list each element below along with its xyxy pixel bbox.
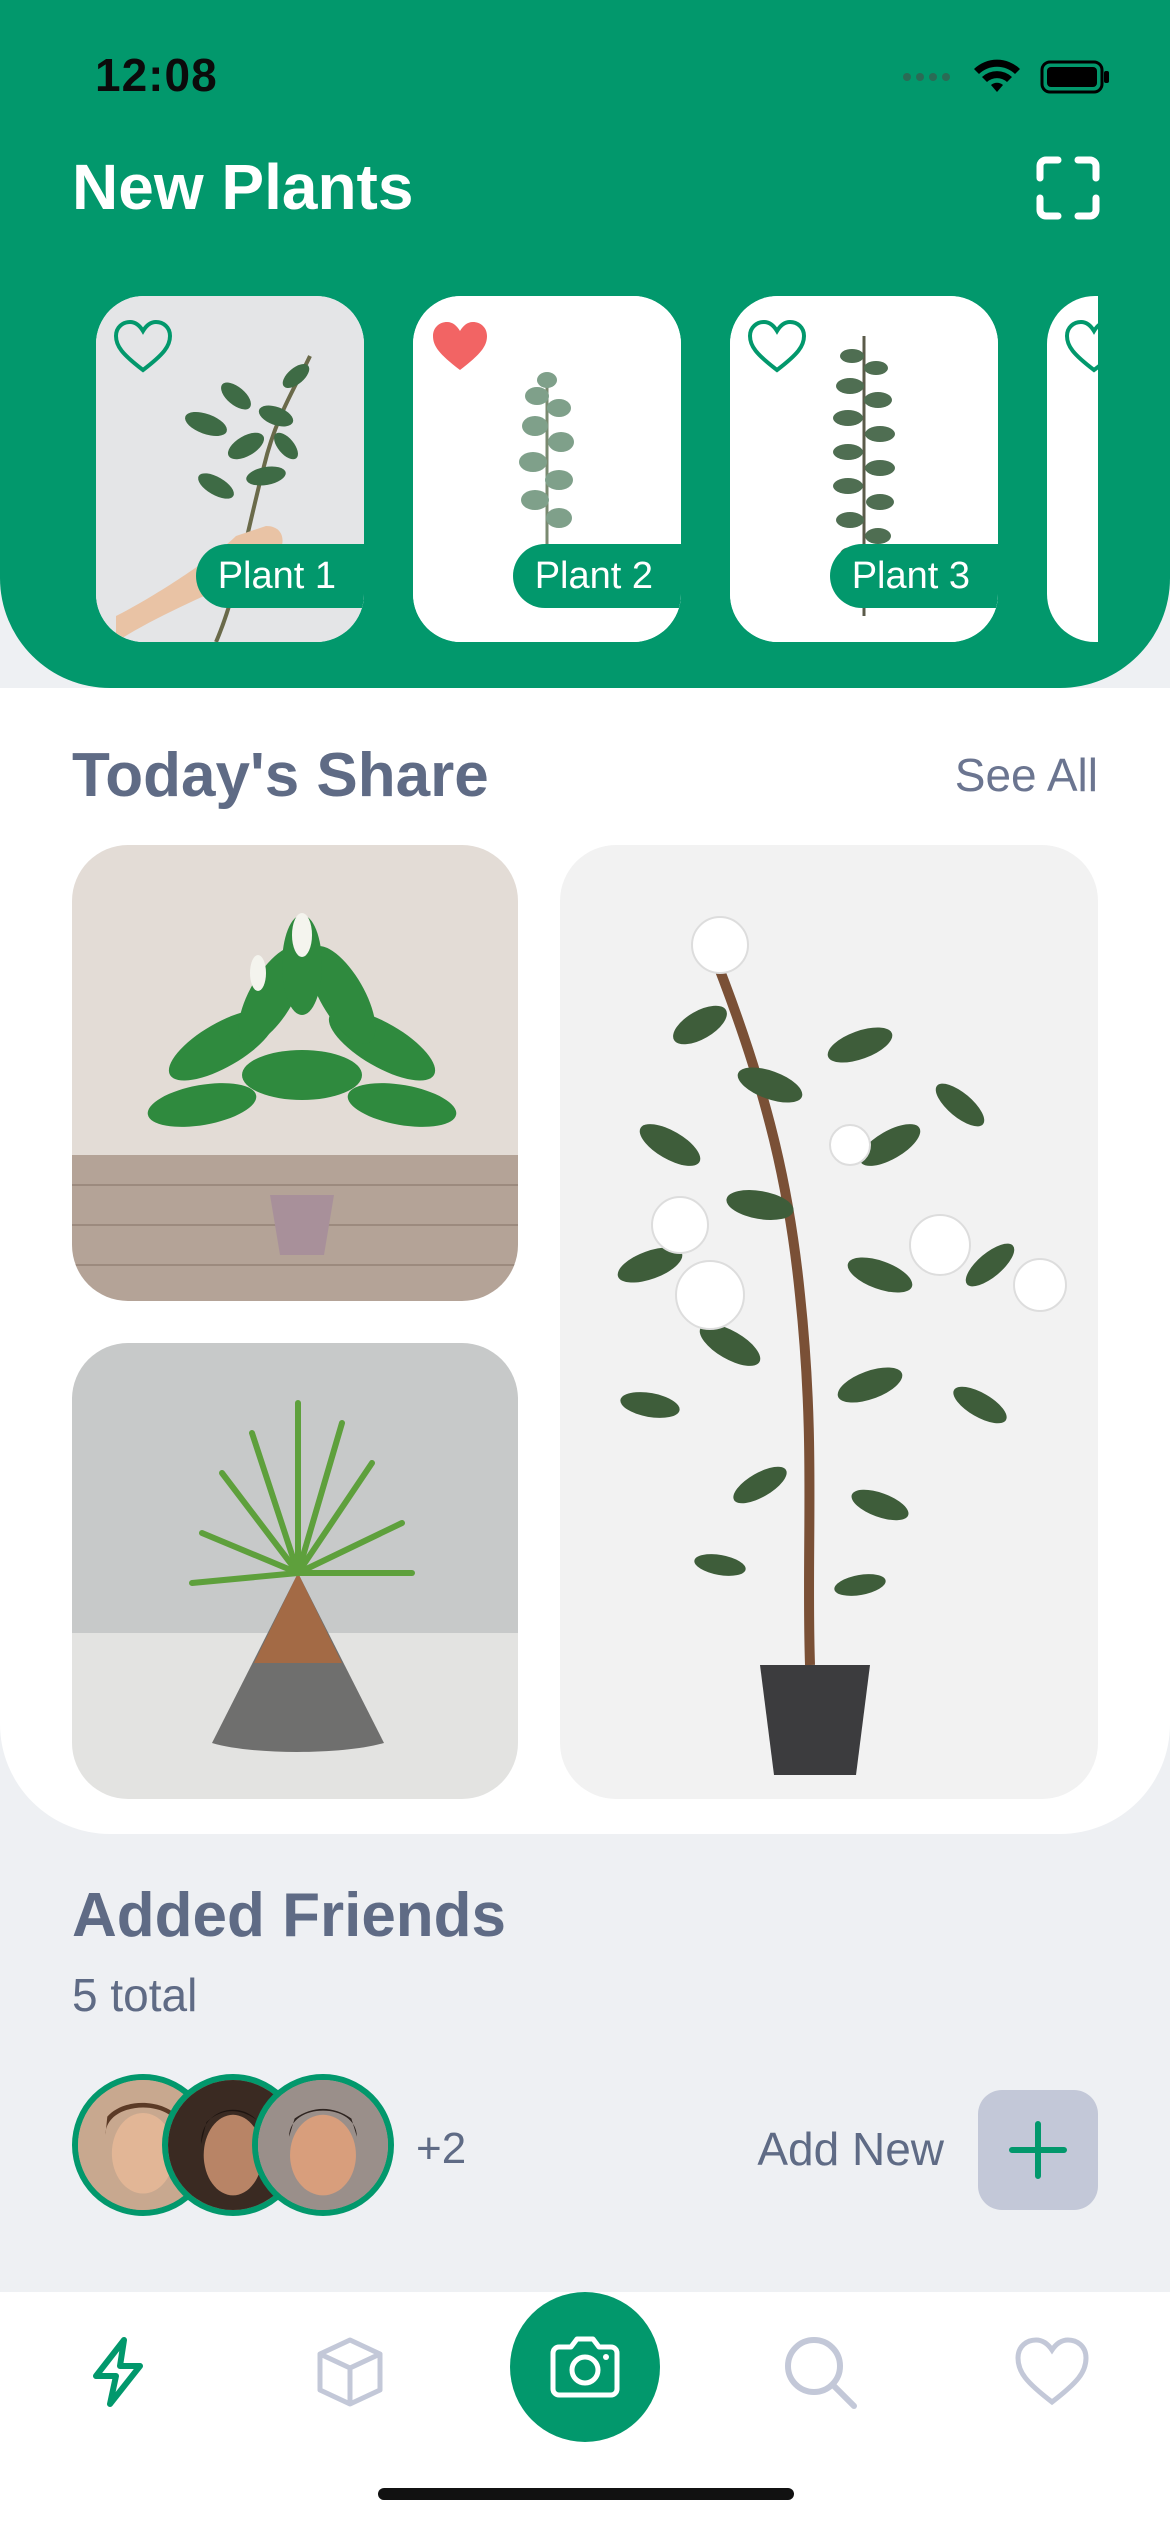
favorite-heart-outline-icon[interactable] [746, 318, 808, 374]
tab-activity[interactable] [78, 2332, 158, 2412]
wifi-icon [974, 59, 1020, 92]
search-icon [785, 2337, 857, 2409]
plant-name-label: Plant 2 [512, 544, 681, 608]
cellular-signal-icon [903, 73, 950, 81]
box-icon [317, 2337, 383, 2407]
more-friends-count: +2 [416, 2124, 467, 2173]
shared-plant-card[interactable] [72, 1343, 518, 1799]
friends-total-count: 5 total [72, 1969, 198, 2021]
favorite-heart-outline-icon[interactable] [1063, 318, 1098, 374]
page-title: New Plants [72, 151, 414, 223]
shared-plant-card[interactable] [72, 845, 518, 1301]
plus-icon [1009, 2121, 1067, 2179]
plant-photo [560, 845, 1098, 1799]
battery-icon [1040, 60, 1109, 94]
plant-photo [72, 1343, 518, 1799]
plant-card[interactable] [1047, 296, 1098, 642]
add-new-label: Add New [757, 2123, 944, 2175]
favorite-heart-filled-icon[interactable] [429, 318, 491, 374]
shared-plant-card[interactable] [560, 845, 1098, 1799]
scan-frame-icon[interactable] [1036, 156, 1100, 220]
camera-button[interactable] [510, 2292, 660, 2442]
heart-icon [1015, 2337, 1089, 2406]
status-time: 12:08 [95, 49, 218, 101]
tab-box[interactable] [310, 2332, 390, 2412]
tab-search[interactable] [780, 2332, 860, 2412]
see-all-link[interactable]: See All [955, 748, 1098, 802]
home-indicator [378, 2488, 794, 2500]
tab-favorites[interactable] [1012, 2332, 1092, 2412]
new-plants-carousel[interactable]: Plant 1 Plant 2 Plant 3 [96, 296, 1098, 642]
camera-icon [550, 2336, 620, 2398]
add-friend-button[interactable] [978, 2090, 1098, 2210]
avatar-photo [258, 2080, 388, 2210]
new-plants-header: 12:08 New Plants Plant 1 Plant 2 Plant 3 [0, 0, 1170, 688]
status-icons [902, 58, 1110, 96]
friends-section-title: Added Friends [72, 1881, 507, 1950]
plant-name-label: Plant 3 [829, 544, 998, 608]
section-title: Today's Share [72, 741, 489, 810]
friend-avatar[interactable] [252, 2074, 394, 2216]
plant-name-label: Plant 1 [195, 544, 364, 608]
plant-card[interactable]: Plant 3 [730, 296, 998, 642]
plant-card[interactable]: Plant 2 [413, 296, 681, 642]
activity-icon [93, 2337, 143, 2407]
plant-photo [72, 845, 518, 1301]
favorite-heart-outline-icon[interactable] [112, 318, 174, 374]
todays-share-section: Today's Share See All [0, 688, 1170, 1834]
plant-card[interactable]: Plant 1 [96, 296, 364, 642]
